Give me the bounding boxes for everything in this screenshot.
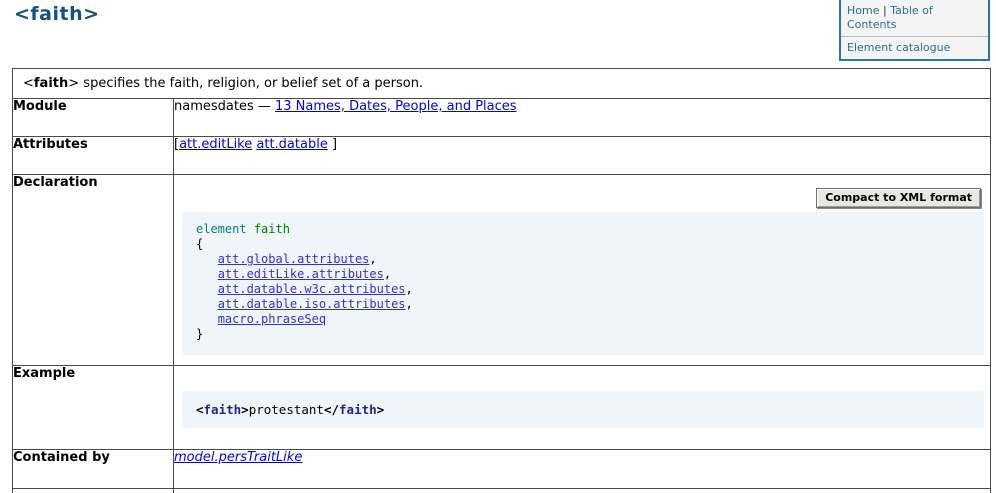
nav-separator: | [883, 4, 887, 17]
declaration-label: Declaration [13, 175, 174, 366]
example-row: Example <faith>protestant</faith> [13, 366, 991, 450]
code-keyword: element [196, 222, 247, 236]
code-comma: , [406, 297, 413, 311]
att-datable-w3c-attributes-link[interactable]: att.datable.w3c.attributes [218, 282, 406, 296]
nav-box: Home | Table of Contents Element catalog… [839, 0, 990, 61]
module-row: Module namesdates — 13 Names, Dates, Peo… [13, 99, 991, 137]
code-close-brace: } [196, 327, 203, 341]
page-header: <faith> Home | Table of Contents Element… [0, 0, 996, 68]
example-close-gt: > [377, 402, 385, 417]
description-row: <faith> specifies the faith, religion, o… [13, 69, 991, 99]
att-datable-iso-attributes-link[interactable]: att.datable.iso.attributes [218, 297, 406, 311]
page-title: <faith> [14, 3, 100, 25]
att-editlike-attributes-link[interactable]: att.editLike.attributes [218, 267, 384, 281]
attributes-row: Attributes [att.editLike att.datable ] [13, 137, 991, 175]
example-tag-name: faith [204, 402, 242, 417]
attributes-label: Attributes [13, 137, 174, 175]
contained-by-label: Contained by [13, 450, 174, 489]
doc-table: <faith> specifies the faith, religion, o… [12, 68, 991, 493]
example-text: protestant [249, 402, 324, 417]
nav-row-bottom: Element catalogue [841, 37, 988, 59]
home-link[interactable]: Home [847, 4, 879, 17]
desc-tag-open: < [23, 76, 34, 91]
att-global-attributes-link[interactable]: att.global.attributes [218, 252, 370, 266]
desc-tag-name: faith [34, 76, 68, 91]
example-close-lt: </ [324, 402, 339, 417]
example-open-lt: < [196, 402, 204, 417]
module-label: Module [13, 99, 174, 137]
example-label: Example [13, 366, 174, 450]
att-editlike-link[interactable]: att.editLike [179, 137, 252, 152]
example-code: <faith>protestant</faith> [182, 391, 984, 428]
code-comma: , [384, 267, 391, 281]
contained-by-row: Contained by model.persTraitLike [13, 450, 991, 489]
module-chapter-link[interactable]: 13 Names, Dates, People, and Places [275, 99, 517, 114]
model-perstraitlike-link[interactable]: model.persTraitLike [174, 450, 302, 465]
compact-to-xml-button[interactable]: Compact to XML format [816, 188, 981, 208]
macro-phraseseq-link[interactable]: macro.phraseSeq [218, 312, 326, 326]
button-row: Compact to XML format [174, 175, 990, 208]
attributes-close-bracket: ] [328, 137, 337, 152]
declaration-code: element faith { att.global.attributes, a… [182, 212, 984, 355]
desc-text: specifies the faith, religion, or belief… [79, 76, 423, 91]
example-gt: > [241, 402, 249, 417]
att-datable-link[interactable]: att.datable [256, 137, 327, 152]
code-open-brace: { [196, 237, 203, 251]
element-catalogue-link[interactable]: Element catalogue [847, 41, 950, 54]
example-close-tag-name: faith [339, 402, 377, 417]
declaration-row: Declaration Compact to XML format elemen… [13, 175, 991, 366]
code-comma: , [406, 282, 413, 296]
desc-tag-close: > [68, 76, 79, 91]
nav-row-top: Home | Table of Contents [841, 0, 988, 37]
code-comma: , [369, 252, 376, 266]
code-element-name: faith [254, 222, 290, 236]
element-description: <faith> specifies the faith, religion, o… [13, 69, 990, 91]
module-name: namesdates — [174, 99, 275, 114]
